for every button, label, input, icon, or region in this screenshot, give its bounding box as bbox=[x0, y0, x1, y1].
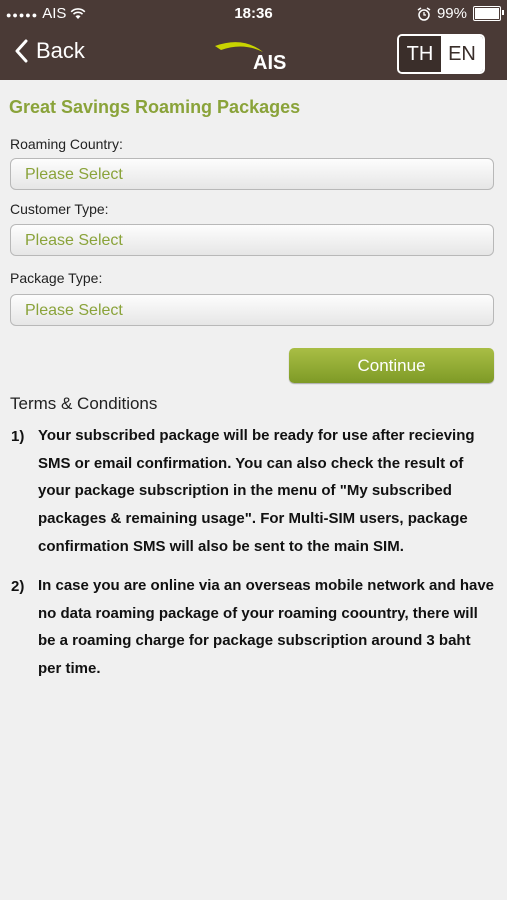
terms-title: Terms & Conditions bbox=[10, 394, 158, 413]
back-label: Back bbox=[36, 38, 85, 63]
term-number: 1) bbox=[11, 428, 25, 445]
roaming-country-label: Roaming Country: bbox=[10, 136, 123, 152]
package-type-label: Package Type: bbox=[10, 270, 103, 286]
customer-type-select[interactable]: Please Select bbox=[10, 224, 494, 256]
term-text: Your subscribed package will be ready fo… bbox=[38, 427, 475, 555]
status-bar: ●●●●● AIS 18:36 99% bbox=[0, 0, 507, 28]
back-button[interactable]: Back bbox=[14, 38, 85, 64]
term-item: 2) In case you are online via an oversea… bbox=[11, 572, 501, 683]
alarm-icon bbox=[417, 6, 431, 21]
term-text: In case you are online via an overseas m… bbox=[38, 577, 495, 678]
battery-percent: 99% bbox=[436, 5, 467, 22]
logo-text: AIS bbox=[253, 52, 286, 72]
lang-th-button[interactable]: TH bbox=[399, 36, 441, 72]
term-number: 2) bbox=[11, 578, 25, 595]
chevron-left-icon bbox=[15, 39, 28, 63]
language-toggle: TH EN bbox=[397, 34, 485, 74]
battery-icon bbox=[473, 6, 504, 21]
term-item: 1) Your subscribed package will be ready… bbox=[11, 422, 501, 561]
roaming-country-select[interactable]: Please Select bbox=[10, 158, 494, 190]
customer-type-label: Customer Type: bbox=[10, 201, 109, 217]
continue-button[interactable]: Continue bbox=[289, 348, 494, 383]
ais-logo: AIS bbox=[215, 42, 286, 72]
page-title: Great Savings Roaming Packages bbox=[9, 97, 301, 117]
package-type-select[interactable]: Please Select bbox=[10, 294, 494, 326]
status-right: 99% bbox=[417, 5, 504, 22]
lang-en-button[interactable]: EN bbox=[441, 36, 483, 72]
nav-bar: Back AIS TH EN bbox=[0, 28, 507, 80]
battery-level bbox=[475, 8, 499, 19]
